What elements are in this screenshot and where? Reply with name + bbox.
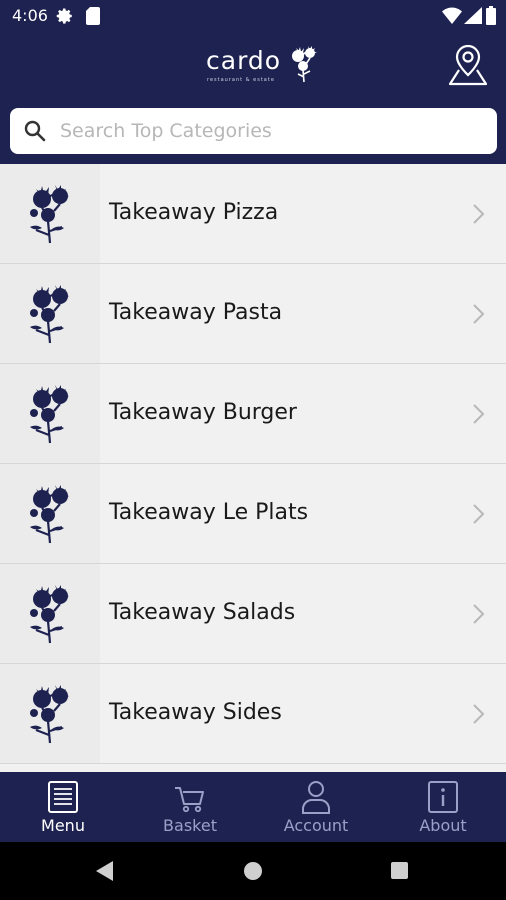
app-header: cardo restaurant & estate [0, 32, 506, 100]
logo-text: cardo [206, 46, 282, 75]
thistle-icon [30, 585, 69, 644]
search-icon [24, 120, 46, 142]
category-item[interactable]: Takeaway Salads [0, 564, 506, 664]
home-icon[interactable] [244, 862, 262, 880]
thistle-icon [30, 685, 69, 744]
category-label: Takeaway Le Plats [109, 500, 309, 525]
category-thumbnail [0, 464, 100, 563]
status-bar: 4:06 [0, 0, 506, 32]
category-label: Takeaway Burger [109, 400, 297, 425]
wifi-icon [442, 7, 462, 24]
category-item[interactable]: Takeaway Pizza [0, 164, 506, 264]
thistle-icon [30, 285, 69, 344]
category-thumbnail [0, 564, 100, 663]
map-pin-icon[interactable] [446, 42, 490, 88]
category-item[interactable]: Takeaway Pasta [0, 264, 506, 364]
category-item[interactable]: Takeaway Sides [0, 664, 506, 764]
recents-icon[interactable] [391, 862, 408, 879]
category-label: Takeaway Pasta [109, 300, 283, 325]
chevron-right-icon [473, 204, 485, 224]
category-item[interactable]: Takeaway Burger [0, 364, 506, 464]
logo-subtext: restaurant & estate [207, 77, 275, 83]
category-label: Takeaway Pizza [109, 200, 279, 225]
category-label: Takeaway Salads [109, 600, 296, 625]
category-thumbnail [0, 164, 100, 263]
thistle-icon [30, 485, 69, 544]
cart-icon [175, 787, 204, 813]
nav-account-label: Account [283, 816, 349, 835]
category-thumbnail [0, 264, 100, 363]
thistle-logo-icon [292, 46, 317, 83]
bottom-nav: Menu Basket Account About [0, 772, 506, 842]
nav-account[interactable]: Account [253, 772, 379, 842]
thistle-icon [30, 185, 69, 244]
nav-basket-label: Basket [163, 816, 217, 835]
gear-icon [56, 8, 72, 24]
sd-card-icon [86, 7, 100, 25]
menu-book-icon [48, 781, 78, 813]
battery-icon [486, 6, 496, 25]
system-nav-bar [0, 842, 506, 900]
signal-icon [464, 7, 482, 24]
category-item[interactable]: Takeaway Le Plats [0, 464, 506, 564]
category-thumbnail [0, 664, 100, 763]
person-icon [302, 781, 330, 814]
chevron-right-icon [473, 304, 485, 324]
chevron-right-icon [473, 704, 485, 724]
nav-about-label: About [419, 816, 467, 835]
chevron-right-icon [473, 604, 485, 624]
search-input[interactable] [60, 108, 480, 154]
search-bar-container [0, 100, 506, 164]
chevron-right-icon [473, 404, 485, 424]
search-box[interactable] [10, 108, 497, 154]
category-label: Takeaway Sides [109, 700, 282, 725]
category-thumbnail [0, 364, 100, 463]
back-icon[interactable] [96, 861, 114, 881]
thistle-icon [30, 385, 69, 444]
nav-menu[interactable]: Menu [0, 772, 126, 842]
cardo-logo: cardo restaurant & estate [206, 44, 326, 88]
category-list[interactable]: Takeaway Pizza Takeaway Pasta Takeaway Bur… [0, 164, 506, 772]
info-icon [428, 781, 458, 813]
nav-menu-label: Menu [41, 816, 85, 835]
nav-about[interactable]: About [380, 772, 506, 842]
nav-basket[interactable]: Basket [127, 772, 253, 842]
chevron-right-icon [473, 504, 485, 524]
status-time: 4:06 [12, 6, 48, 25]
